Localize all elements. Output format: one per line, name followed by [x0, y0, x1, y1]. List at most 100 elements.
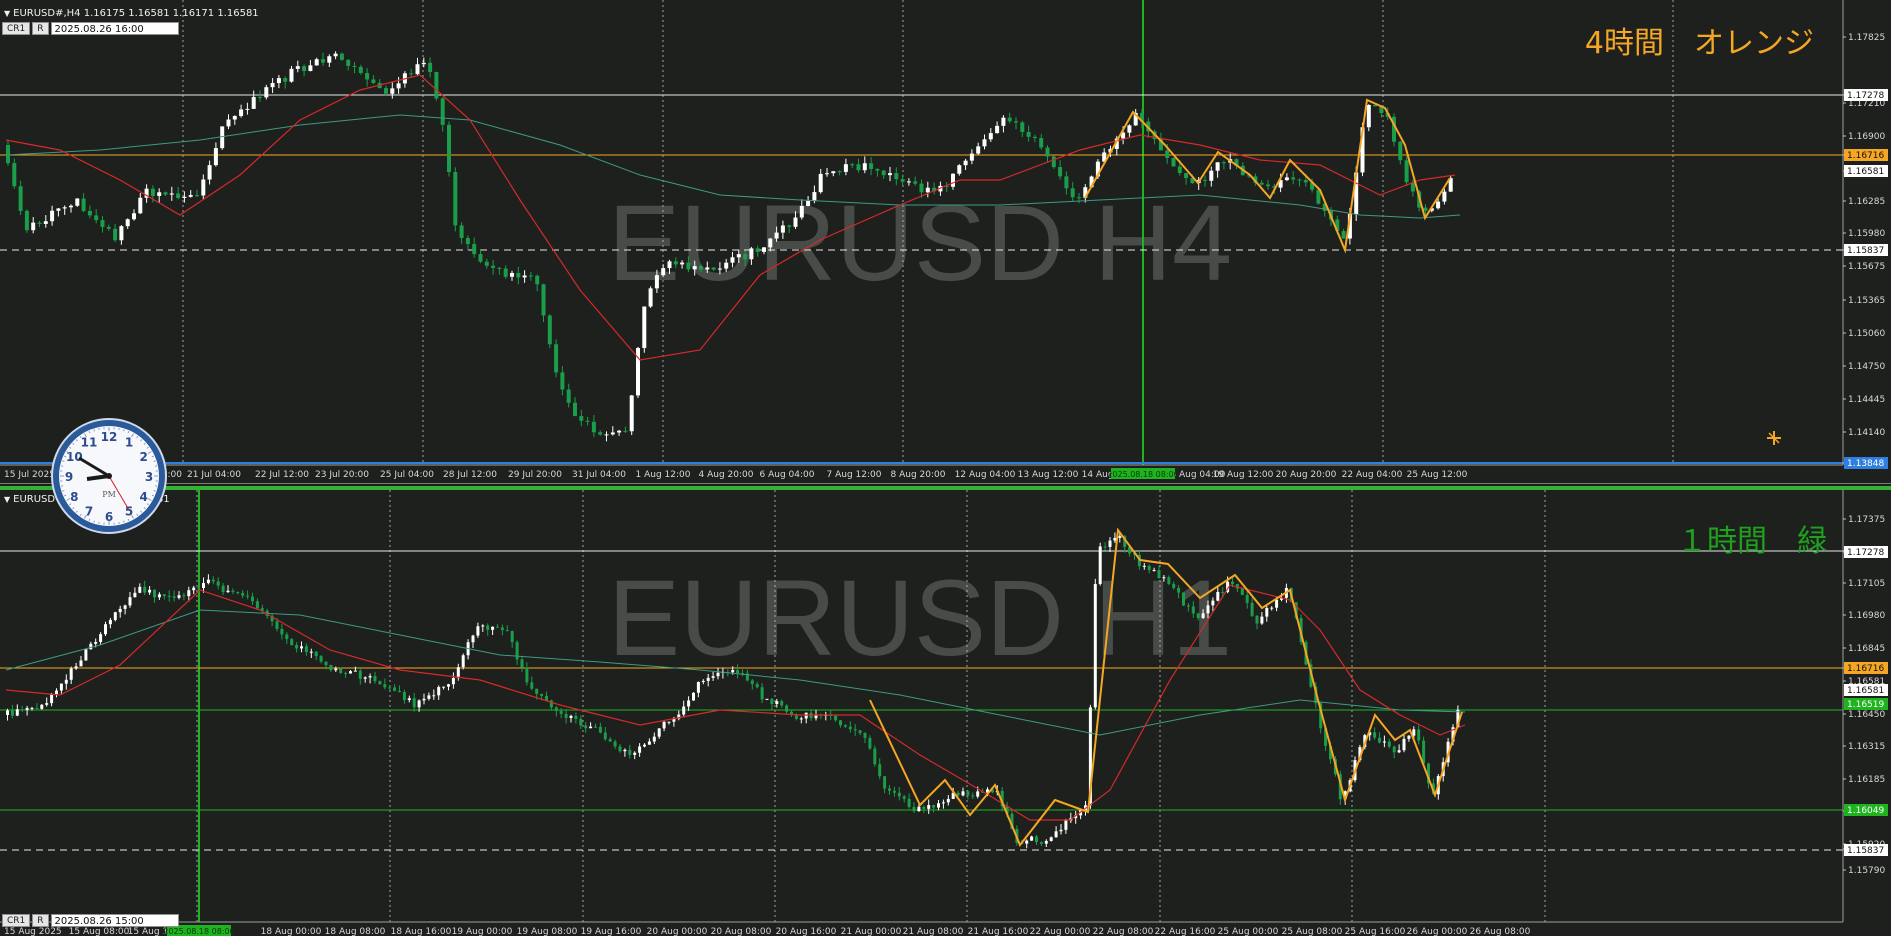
candle-body — [1270, 607, 1274, 609]
candle-body — [213, 148, 218, 166]
h1-chart-panel[interactable]: EURUSD H11.173751.172781.172451.171051.1… — [0, 486, 1891, 936]
collapse-triangle-icon[interactable]: ▼ — [4, 495, 10, 504]
candle-body — [1402, 738, 1406, 751]
candle-body — [182, 196, 187, 198]
candle-body — [765, 698, 769, 700]
candle-body — [995, 125, 1000, 134]
candle-body — [988, 133, 993, 140]
candle-body — [157, 594, 161, 598]
candle-body — [421, 62, 426, 65]
highlight-time-label: 2025.08.18 08:00 — [163, 927, 234, 936]
candle-body — [1172, 584, 1176, 589]
candle-body — [270, 83, 275, 88]
candle-body — [900, 179, 905, 182]
r-button[interactable]: R — [32, 22, 49, 35]
analog-clock[interactable]: 12 1 2 3 4 5 6 7 8 9 10 11 PM — [50, 417, 168, 535]
candle-body — [94, 641, 98, 644]
candle-body — [15, 709, 19, 716]
r-button[interactable]: R — [32, 914, 49, 927]
time-tick-label: 20 Aug 00:00 — [647, 927, 708, 936]
candle-body — [873, 748, 877, 765]
candle-body — [148, 589, 152, 593]
candle-body — [289, 68, 294, 82]
date-input[interactable]: 2025.08.26 15:00 — [50, 914, 179, 927]
time-tick-label: 21 Aug 08:00 — [903, 927, 964, 936]
price-tick-label: 1.16845 — [1848, 644, 1885, 654]
candle-body — [540, 693, 544, 696]
price-badge-label: 1.16581 — [1847, 167, 1884, 177]
candle-body — [182, 595, 186, 597]
candle-body — [1245, 594, 1249, 603]
candle-body — [1392, 746, 1396, 753]
clock-numeral: 12 — [101, 430, 118, 444]
candle-body — [459, 225, 464, 238]
candle-body — [699, 266, 703, 270]
candle-body — [774, 232, 779, 239]
crosshair-icon[interactable] — [1767, 431, 1781, 445]
clock-numeral: 4 — [139, 490, 147, 504]
candle-body — [106, 226, 111, 229]
h4-chart-panel[interactable]: EURUSD H41.178251.172781.172101.169001.1… — [0, 0, 1891, 484]
cr1-button[interactable]: CR1 — [2, 22, 31, 35]
candle-body — [1297, 179, 1302, 181]
candle-body — [705, 267, 710, 270]
candle-body — [1167, 577, 1171, 585]
h1-chart-canvas[interactable]: EURUSD H11.173751.172781.172451.171051.1… — [0, 490, 1891, 936]
price-tick-label: 1.15060 — [1848, 329, 1885, 339]
candle-body — [87, 210, 92, 216]
candle-body — [456, 667, 460, 678]
candle-body — [226, 590, 230, 593]
candle-body — [1001, 117, 1006, 126]
candle-body — [295, 66, 300, 69]
candle-body — [138, 586, 142, 593]
price-tick-label: 1.17825 — [1848, 33, 1885, 43]
candle-body — [1142, 565, 1146, 567]
candle-body — [569, 715, 573, 718]
price-tick-label: 1.15675 — [1848, 262, 1885, 272]
candle-body — [716, 672, 720, 677]
candle-body — [143, 586, 147, 593]
candle-body — [1127, 125, 1132, 133]
h4-chart-canvas[interactable]: EURUSD H41.178251.172781.172101.169001.1… — [0, 0, 1891, 484]
candle-body — [1407, 735, 1411, 739]
collapse-triangle-icon[interactable]: ▼ — [4, 9, 10, 18]
candle-body — [1442, 191, 1447, 202]
h1-button-row: CR1 R 2025.08.26 15:00 — [2, 914, 179, 927]
time-tick-label: 22 Jul 12:00 — [255, 470, 309, 480]
candle-body — [1341, 231, 1346, 239]
candle-body — [285, 634, 289, 640]
candle-body — [1177, 588, 1181, 593]
candle-body — [554, 344, 559, 373]
candle-body — [794, 715, 798, 719]
price-badge-label: 1.15837 — [1847, 846, 1884, 856]
date-input[interactable]: 2025.08.26 16:00 — [50, 22, 179, 35]
time-tick-label: 21 Aug 00:00 — [841, 927, 902, 936]
candle-body — [862, 163, 867, 171]
candle-body — [69, 668, 73, 680]
candle-body — [793, 217, 798, 227]
clock-face-icon: 12 1234567891011PM — [51, 418, 167, 534]
clock-numeral: 9 — [65, 470, 73, 484]
candle-body — [1118, 536, 1122, 538]
price-tick-label: 1.16450 — [1848, 710, 1885, 720]
candle-body — [547, 315, 552, 345]
candle-body — [59, 683, 63, 691]
candle-body — [368, 676, 372, 678]
candle-body — [736, 254, 741, 258]
candle-body — [440, 98, 445, 125]
candle-body — [74, 666, 78, 669]
candle-body — [1303, 180, 1308, 183]
candle-body — [858, 730, 862, 734]
candle-body — [383, 684, 387, 688]
candle-body — [258, 97, 262, 99]
candle-body — [686, 262, 691, 270]
candle-body — [897, 792, 901, 797]
clock-tick — [93, 429, 95, 432]
clock-numeral: 1 — [125, 435, 133, 449]
candle-body — [1275, 599, 1279, 608]
cr1-button[interactable]: CR1 — [2, 914, 31, 927]
candle-body — [1045, 147, 1050, 157]
candle-body — [673, 261, 678, 265]
candle-body — [447, 684, 450, 687]
price-badge-label: 1.16519 — [1847, 700, 1884, 710]
